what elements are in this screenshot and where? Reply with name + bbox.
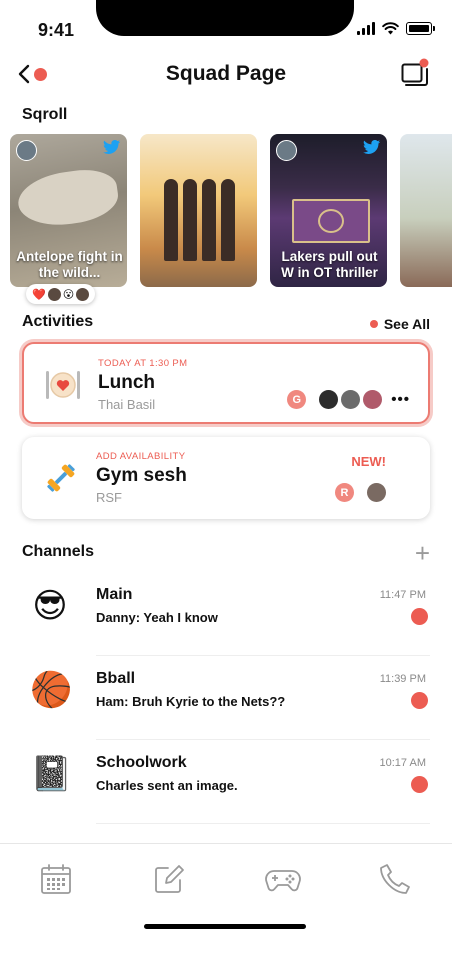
activity-card-gym[interactable]: ADD AVAILABILITY Gym sesh RSF NEW! R — [22, 437, 430, 519]
initial-avatar: R — [335, 483, 354, 502]
new-badge: NEW! — [351, 454, 386, 469]
plate-icon — [46, 371, 80, 399]
notebook-icon: 📓 — [30, 755, 73, 793]
channel-name: Bball — [96, 670, 136, 687]
more-icon[interactable]: ••• — [391, 391, 410, 408]
page-title: Squad Page — [165, 62, 287, 85]
sqroll-card[interactable] — [140, 134, 257, 287]
channel-time: 11:39 PM — [379, 673, 426, 685]
phone-icon — [380, 864, 410, 894]
initial-avatar: G — [287, 390, 307, 409]
activity-location: RSF — [96, 490, 122, 505]
tab-bar — [0, 843, 452, 978]
avatar — [367, 483, 386, 502]
activity-time: TODAY AT 1:30 PM — [98, 358, 188, 369]
avatar — [76, 287, 90, 301]
stacked-cards-icon — [401, 58, 429, 86]
twitter-icon — [363, 140, 381, 154]
avatar — [363, 390, 383, 409]
sunglasses-icon: 😎 — [32, 587, 68, 625]
unread-dot — [411, 608, 428, 625]
basketball-icon: 🏀 — [30, 671, 73, 709]
attendees: R — [335, 483, 386, 502]
activity-card-lunch[interactable]: TODAY AT 1:30 PM Lunch Thai Basil G ••• — [22, 342, 430, 424]
notification-dot — [369, 320, 378, 328]
battery-icon — [406, 21, 435, 35]
activity-title: Lunch — [98, 372, 155, 393]
calendar-icon — [41, 864, 71, 894]
heart-reaction: ❤️ — [32, 288, 46, 301]
home-indicator[interactable] — [144, 924, 306, 929]
divider — [96, 823, 430, 824]
reactions-bar[interactable]: ❤️ 😮 — [26, 284, 96, 304]
unread-dot — [411, 692, 428, 709]
activity-title: Gym sesh — [96, 465, 187, 486]
status-icons — [357, 21, 435, 35]
channel-name: Schoolwork — [96, 754, 187, 771]
avatar — [341, 390, 361, 409]
twitter-icon — [103, 140, 121, 154]
sqroll-title: Sqroll — [22, 106, 68, 123]
tab-call[interactable] — [378, 862, 412, 896]
channel-time: 10:17 AM — [379, 757, 426, 769]
activities-title: Activities — [22, 313, 94, 330]
antelope-photo — [14, 165, 122, 231]
activity-location: Thai Basil — [98, 397, 156, 412]
device-notch — [96, 0, 354, 36]
avatar — [47, 287, 61, 301]
unread-dot — [411, 776, 428, 793]
sqroll-card[interactable]: Antelope fight in the wild... — [10, 134, 127, 287]
gamepad-icon — [265, 870, 301, 892]
sqroll-caption: Antelope fight in the wild... — [16, 249, 123, 280]
avatar — [16, 140, 37, 161]
channel-time: 11:47 PM — [379, 589, 426, 601]
compose-icon — [155, 865, 184, 893]
channel-last-message: Ham: Bruh Kyrie to the Nets?? — [96, 694, 286, 709]
page-header: Squad Page — [0, 52, 452, 98]
signal-icon — [357, 21, 375, 35]
channel-row-schoolwork[interactable]: 📓 Schoolwork Charles sent an image. 10:1… — [22, 740, 430, 824]
tab-compose[interactable] — [152, 862, 186, 896]
avatar — [276, 140, 297, 161]
channel-last-message: Danny: Yeah I know — [96, 610, 218, 625]
dumbbell-icon — [47, 464, 75, 492]
avatar — [319, 390, 339, 409]
see-all-label: See All — [383, 316, 430, 332]
sqroll-carousel[interactable]: Antelope fight in the wild... Lakers pul… — [10, 134, 452, 289]
sqroll-card[interactable] — [400, 134, 452, 287]
wow-reaction: 😮 — [62, 288, 75, 301]
channel-row-bball[interactable]: 🏀 Bball Ham: Bruh Kyrie to the Nets?? 11… — [22, 656, 430, 740]
tab-calendar[interactable] — [39, 862, 73, 896]
sqroll-card[interactable]: Lakers pull out W in OT thriller — [270, 134, 387, 287]
status-time: 9:41 — [38, 20, 75, 40]
friends-photo — [164, 179, 235, 261]
see-all-link[interactable]: See All — [369, 316, 430, 332]
wifi-icon — [382, 21, 399, 34]
sqroll-caption: Lakers pull out W in OT thriller — [281, 249, 378, 280]
switch-squad-button[interactable] — [400, 58, 430, 88]
channel-row-main[interactable]: 😎 Main Danny: Yeah I know 11:47 PM — [22, 572, 430, 656]
add-channel-button[interactable]: + — [415, 540, 430, 566]
channel-last-message: Charles sent an image. — [96, 778, 238, 793]
activity-prompt: ADD AVAILABILITY — [96, 451, 186, 462]
channels-title: Channels — [22, 543, 95, 560]
channel-name: Main — [96, 586, 133, 603]
attendees: G ••• — [287, 390, 410, 409]
basketball-court-photo — [292, 199, 370, 243]
tab-games[interactable] — [264, 862, 302, 896]
